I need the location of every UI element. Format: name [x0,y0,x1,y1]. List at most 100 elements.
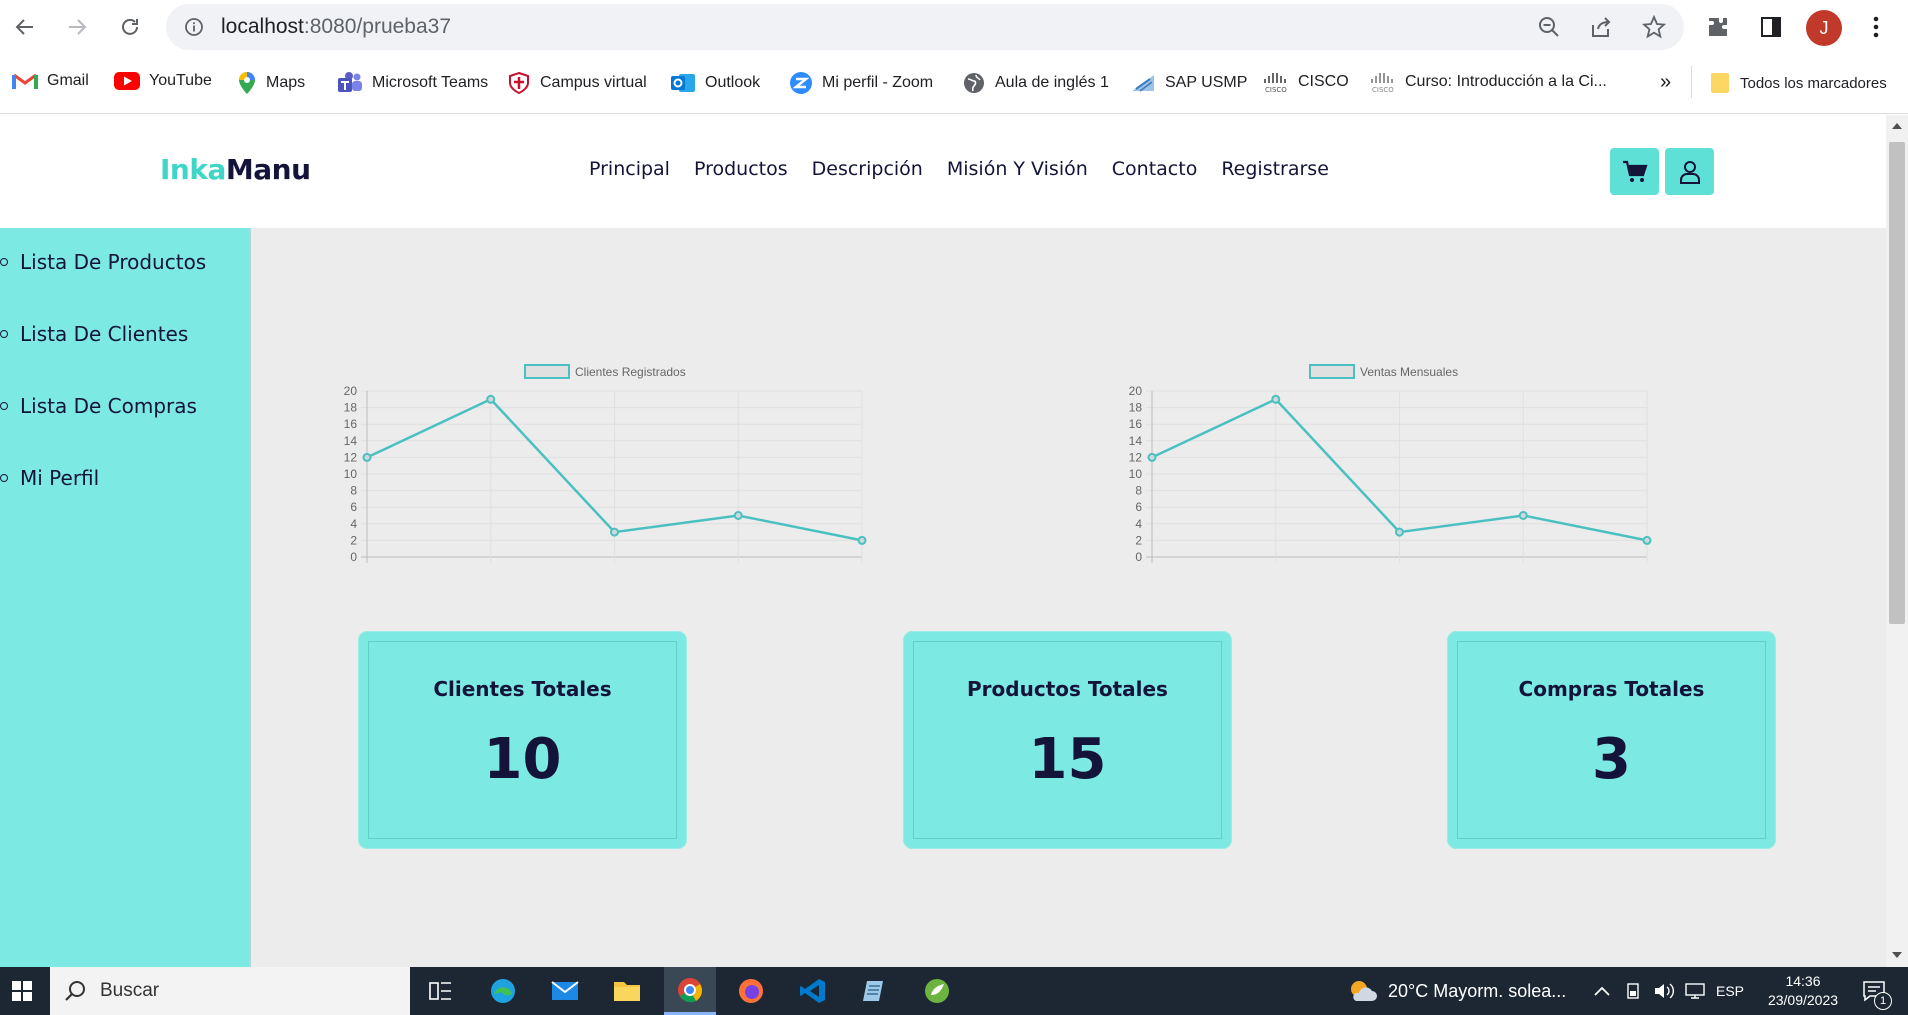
data-point [486,394,496,404]
scroll-down-icon[interactable] [1891,951,1903,959]
menu-item-descripcion[interactable]: Descripción [812,158,923,180]
menu-item-contacto[interactable]: Contacto [1112,158,1198,180]
weather-icon [1351,981,1377,1001]
clock[interactable]: 14:36 23/09/2023 [1768,967,1838,1015]
star-icon[interactable] [1641,14,1667,43]
bookmark-label: YouTube [149,72,212,89]
taskbar-search[interactable]: Buscar [50,967,410,1015]
firefox-icon[interactable] [731,973,771,1009]
y-tick-label: 8 [1135,484,1142,498]
mail-icon[interactable] [545,973,585,1009]
address-bar[interactable]: localhost:8080/prueba37 [166,4,1684,50]
all-bookmarks-folder[interactable]: Todos los marcadores [1709,71,1887,95]
cart-button[interactable] [1610,148,1659,195]
menu-item-registrarse[interactable]: Registrarse [1221,158,1329,180]
y-tick-label: 6 [1135,500,1142,514]
card-title: Compras Totales [1518,677,1705,701]
notification-count: 1 [1874,992,1892,1010]
notepad-icon[interactable] [855,973,895,1009]
y-tick-label: 20 [344,384,358,398]
battery-icon[interactable] [1625,982,1643,1000]
extensions-icon[interactable] [1704,13,1732,41]
side-panel-icon[interactable] [1757,13,1785,41]
sidebar-item-lista-compras[interactable]: Lista De Compras [0,394,197,418]
y-tick-label: 2 [1135,533,1142,547]
data-point [1395,527,1404,537]
legend-label: Clientes Registrados [575,365,686,379]
bookmark-sap[interactable]: SAP USMP [1130,71,1247,95]
bookmark-aula[interactable]: Aula de inglés 1 [962,71,1109,95]
logo-part2: Manu [225,153,311,186]
forward-icon[interactable] [63,13,91,41]
data-point [857,535,867,545]
back-icon[interactable] [11,13,39,41]
sidebar-item-lista-clientes[interactable]: Lista De Clientes [0,322,188,346]
scroll-up-icon[interactable] [1891,122,1903,130]
profile-avatar[interactable]: J [1806,10,1842,46]
chart-legend: Clientes Registrados [524,364,686,379]
zoom-icon[interactable] [1538,16,1560,42]
windows-start-icon[interactable] [2,973,42,1009]
clock-date: 23/09/2023 [1767,992,1839,1008]
scroll-thumb[interactable] [1889,142,1905,624]
sidebar-item-lista-productos[interactable]: Lista De Productos [0,250,206,274]
menu-item-principal[interactable]: Principal [589,158,670,180]
vscode-icon[interactable] [793,973,833,1009]
bookmark-maps[interactable]: Maps [237,71,305,95]
menu-kebab-icon[interactable] [1862,13,1890,41]
menu-item-mision-vision[interactable]: Misión Y Visión [947,158,1088,180]
bookmark-curso[interactable]: CISCO Curso: Introducción a la Ci... [1370,71,1607,93]
bookmark-outlook[interactable]: Outlook [670,71,760,95]
bookmark-youtube[interactable]: YouTube [114,71,212,91]
weather-widget[interactable]: 20°C Mayorm. solea... [1346,967,1566,1015]
bookmarks-bar: Gmail YouTube Maps Microsoft Teams Campu… [0,54,1908,114]
bookmark-gmail[interactable]: Gmail [12,71,89,91]
cart-icon [1622,160,1648,182]
y-tick-label: 0 [350,550,357,564]
card-value: 10 [483,727,562,792]
bookmark-cisco[interactable]: CISCO CISCO [1263,71,1349,93]
chrome-taskbar-icon[interactable] [664,967,716,1015]
card-value: 3 [1592,727,1631,792]
sidebar-item-mi-perfil[interactable]: Mi Perfil [0,466,99,490]
user-button[interactable] [1665,148,1714,195]
language-indicator[interactable]: ESP [1716,967,1744,1015]
site-logo[interactable]: InkaManu [160,153,311,186]
site-info-icon[interactable] [184,17,204,41]
cisco-icon: CISCO [1264,73,1287,93]
notification-center[interactable]: 1 [1862,967,1892,1015]
bookmark-teams[interactable]: Microsoft Teams [337,71,488,95]
bookmark-zoom[interactable]: Mi perfil - Zoom [789,71,933,95]
more-bookmarks-label: » [1660,71,1672,93]
bullet-icon [0,474,8,482]
edge-icon[interactable] [483,973,523,1009]
reload-icon[interactable] [116,13,144,41]
y-tick-label: 10 [1129,467,1143,481]
campus-icon [509,71,529,95]
spring-tools-icon[interactable] [917,973,957,1009]
legend-label: Ventas Mensuales [1360,365,1458,379]
task-view-icon[interactable] [421,973,461,1009]
y-tick-label: 4 [1135,517,1142,531]
volume-icon[interactable] [1653,982,1675,1000]
more-bookmarks-button[interactable]: » [1660,71,1671,94]
page-scrollbar[interactable] [1886,115,1908,967]
bookmark-campus[interactable]: Campus virtual [507,71,647,95]
y-tick-label: 2 [350,533,357,547]
clock-time: 14:36 [1785,973,1821,989]
menu-item-productos[interactable]: Productos [694,158,788,180]
zoom-icon [790,72,812,94]
data-point [1642,535,1652,545]
ventas-mensuales-chart: Ventas Mensuales02468101214161820EneroFe… [1129,364,1652,564]
network-icon[interactable] [1685,982,1707,1000]
y-tick-label: 12 [344,450,358,464]
chevron-up-icon[interactable] [1593,985,1611,997]
svg-text:CISCO: CISCO [1265,86,1287,93]
folder-icon [1711,73,1729,93]
file-explorer-icon[interactable] [607,973,647,1009]
youtube-icon [114,72,140,90]
share-icon[interactable] [1590,16,1612,42]
tray-icons[interactable] [1593,967,1707,1015]
y-tick-label: 16 [1129,417,1143,431]
bookmark-label: Todos los marcadores [1740,74,1887,92]
